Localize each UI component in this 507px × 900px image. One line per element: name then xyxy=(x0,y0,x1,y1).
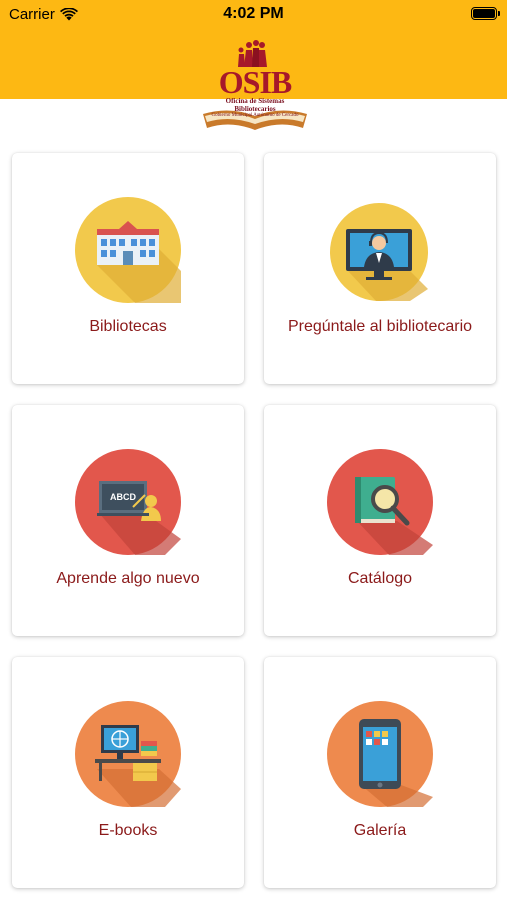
menu-card-bibliotecas[interactable]: Bibliotecas xyxy=(12,153,244,384)
menu-card-galeria[interactable]: Galería xyxy=(264,657,496,888)
status-bar: Carrier 4:02 PM xyxy=(0,0,507,28)
logo-title: OSIB xyxy=(218,64,292,100)
menu-card-label: Aprende algo nuevo xyxy=(56,570,200,587)
logo-subtitle: Bibliotecarios xyxy=(234,105,276,113)
menu-card-label: E-books xyxy=(98,822,158,839)
menu-card-label: Pregúntale al bibliotecario xyxy=(287,318,473,335)
logo-subtitle: Gobierno Municipal Autónomo de Cercado xyxy=(211,113,299,118)
status-time: 4:02 PM xyxy=(223,5,284,22)
library-building-icon xyxy=(75,197,181,303)
menu-card-preguntale[interactable]: Pregúntale al bibliotecario xyxy=(264,153,496,384)
menu-card-aprende[interactable]: ABCD Aprende algo nuevo xyxy=(12,405,244,636)
menu-card-label: Bibliotecas xyxy=(89,318,167,335)
menu-card-label: Galería xyxy=(353,822,407,839)
ebooks-desk-icon xyxy=(75,701,181,807)
catalog-search-icon xyxy=(327,449,433,555)
logo-subtitle: Oficina de Sistemas xyxy=(225,97,285,105)
menu-card-label: Catálogo xyxy=(347,570,413,587)
teacher-board-icon: ABCD xyxy=(75,449,181,555)
gallery-tablet-icon xyxy=(327,701,433,807)
librarian-support-icon xyxy=(330,203,428,301)
osib-logo: OSIB Oficina de Sistemas Bibliotecarios … xyxy=(195,36,315,136)
svg-text:ABCD: ABCD xyxy=(110,492,136,502)
battery-icon xyxy=(471,7,500,20)
menu-card-catalogo[interactable]: Catálogo xyxy=(264,405,496,636)
menu-card-ebooks[interactable]: E-books xyxy=(12,657,244,888)
